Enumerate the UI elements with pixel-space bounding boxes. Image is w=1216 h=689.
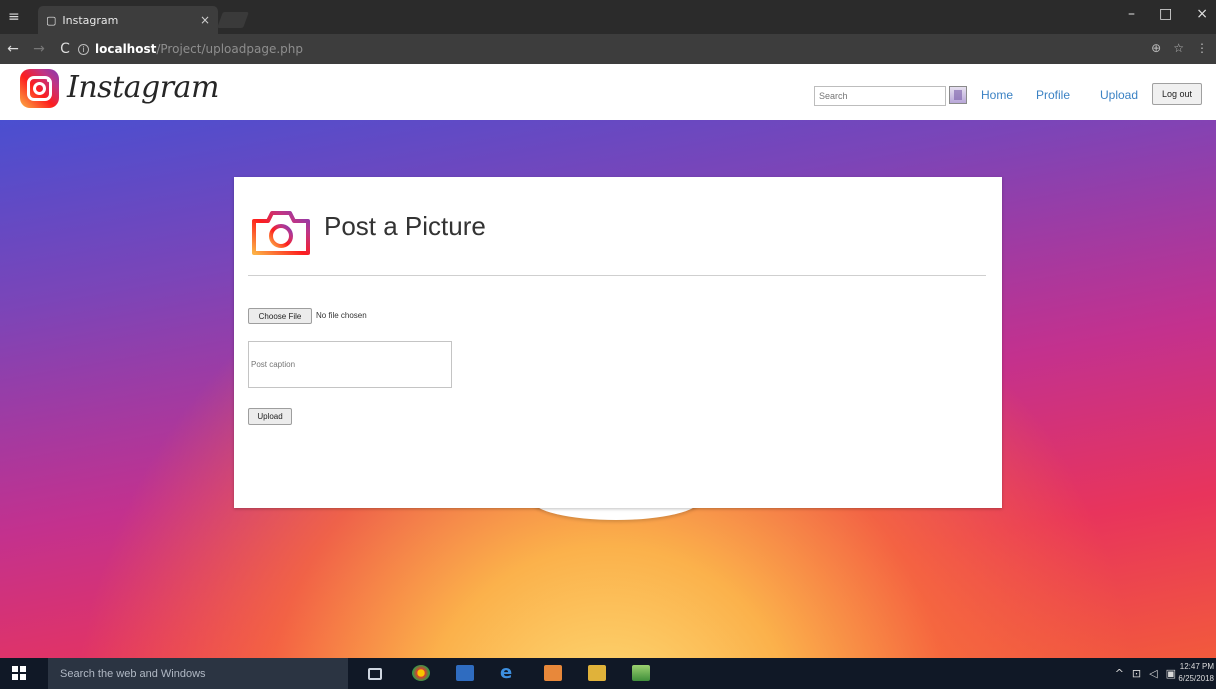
- nav-upload[interactable]: Upload: [1100, 88, 1138, 102]
- action-center-icon[interactable]: ▣: [1166, 667, 1176, 680]
- tab-title: Instagram: [62, 13, 119, 27]
- store-icon[interactable]: [544, 665, 562, 681]
- zoom-icon[interactable]: ⊕: [1151, 41, 1161, 55]
- volume-icon[interactable]: ◁: [1149, 667, 1157, 680]
- close-tab-icon[interactable]: ×: [200, 13, 210, 27]
- new-tab-button[interactable]: [217, 12, 249, 28]
- task-view-icon[interactable]: [368, 668, 382, 680]
- taskbar-clock[interactable]: 12:47 PM 6/25/2018: [1178, 661, 1214, 685]
- logo-wordmark[interactable]: Instagram: [67, 70, 219, 105]
- site-header: Instagram Home Profile Upload Log out: [0, 64, 1216, 120]
- network-icon[interactable]: ⊡: [1132, 667, 1141, 680]
- page-title: Post a Picture: [324, 211, 486, 241]
- minimize-icon[interactable]: –: [1128, 6, 1135, 22]
- camera-icon: [252, 211, 310, 255]
- info-icon[interactable]: i: [78, 43, 89, 55]
- browser-toolbar: ← → C i localhost /Project/uploadpage.ph…: [0, 34, 1216, 64]
- system-tray: ^ ⊡ ◁ ▣: [1115, 667, 1176, 680]
- choose-file-button[interactable]: Choose File: [248, 308, 312, 324]
- search-input[interactable]: [814, 86, 946, 106]
- notepad-icon[interactable]: [632, 665, 650, 681]
- taskbar-search[interactable]: Search the web and Windows: [48, 658, 348, 689]
- caption-input[interactable]: [248, 341, 452, 388]
- file-status: No file chosen: [316, 311, 367, 320]
- logout-button[interactable]: Log out: [1152, 83, 1202, 105]
- back-icon[interactable]: ←: [0, 41, 26, 57]
- browser-titlebar: ≡ ▢ Instagram × – □ ×: [0, 0, 1216, 34]
- url-path: /Project/uploadpage.php: [156, 42, 303, 56]
- upload-card: Post a Picture Choose File No file chose…: [234, 177, 1002, 508]
- divider: [248, 275, 986, 276]
- reload-icon[interactable]: C: [52, 41, 78, 57]
- taskbar: Search the web and Windows e ^ ⊡ ◁ ▣ 12:…: [0, 658, 1216, 689]
- windows-start-icon[interactable]: [12, 666, 26, 680]
- toolbar-actions: ⊕ ☆ ⋮: [1151, 41, 1208, 55]
- chevron-up-icon[interactable]: ^: [1115, 667, 1124, 680]
- menu-icon[interactable]: ≡: [8, 9, 20, 25]
- page-icon: ▢: [46, 13, 57, 27]
- chrome-icon[interactable]: [412, 665, 430, 681]
- browser-tab[interactable]: ▢ Instagram ×: [38, 6, 218, 34]
- word-icon[interactable]: [456, 665, 474, 681]
- bookmark-star-icon[interactable]: ☆: [1173, 41, 1184, 55]
- address-bar[interactable]: i localhost /Project/uploadpage.php: [78, 38, 1128, 60]
- clock-time: 12:47 PM: [1179, 662, 1214, 671]
- more-icon[interactable]: ⋮: [1196, 41, 1208, 55]
- clock-date: 6/25/2018: [1178, 674, 1214, 683]
- nav-profile[interactable]: Profile: [1036, 88, 1070, 102]
- url-host: localhost: [95, 42, 157, 56]
- instagram-logo-icon[interactable]: [20, 69, 59, 108]
- close-window-icon[interactable]: ×: [1196, 6, 1208, 22]
- window-controls: – □ ×: [1128, 6, 1208, 22]
- edge-icon[interactable]: e: [500, 662, 518, 683]
- nav-home[interactable]: Home: [981, 88, 1013, 102]
- upload-button[interactable]: Upload: [248, 408, 292, 425]
- forward-icon[interactable]: →: [26, 41, 52, 57]
- search-button[interactable]: [949, 86, 967, 104]
- maximize-icon[interactable]: □: [1159, 6, 1172, 22]
- file-explorer-icon[interactable]: [588, 665, 606, 681]
